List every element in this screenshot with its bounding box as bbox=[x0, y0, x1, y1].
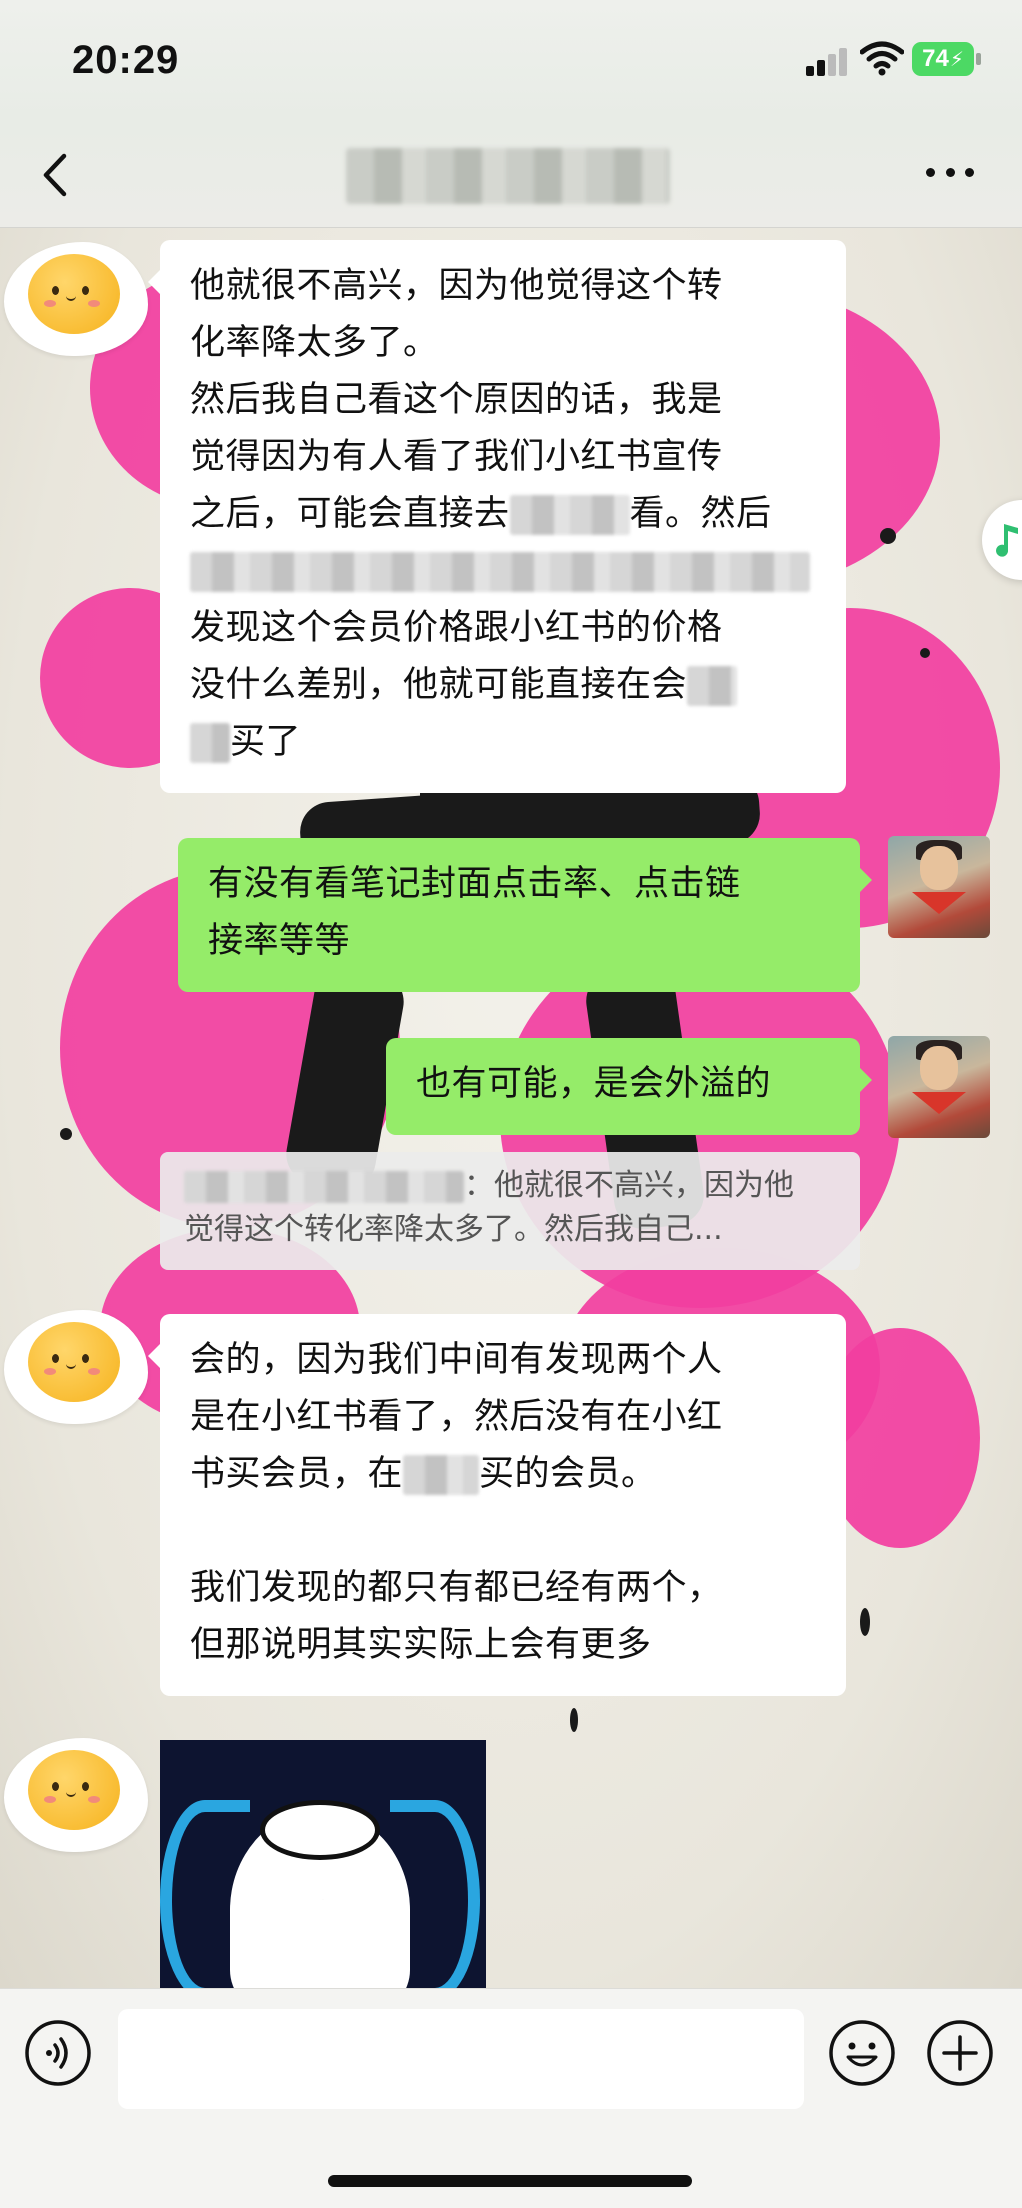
contact-avatar[interactable] bbox=[0, 234, 150, 364]
message-text: 看。然后 bbox=[629, 494, 772, 534]
chat-nav-bar: ▓▓▓ ▓▓▓▓ bbox=[0, 120, 1022, 228]
message-line: 接率等等 bbox=[208, 921, 351, 961]
contact-avatar[interactable] bbox=[0, 1302, 150, 1432]
redacted-text bbox=[190, 723, 230, 763]
message-line: 是在小红书看了，然后没有在小红 bbox=[190, 1397, 723, 1437]
redacted-sender bbox=[184, 1170, 464, 1203]
status-bar: 20:29 74 ⚡ bbox=[0, 0, 1022, 120]
message-line: 觉得因为有人看了我们小红书宣传 bbox=[190, 437, 723, 477]
message-line: 化率降太多了。 bbox=[190, 323, 439, 363]
charging-icon: ⚡ bbox=[949, 47, 964, 71]
battery-tip bbox=[976, 53, 981, 65]
plus-icon[interactable] bbox=[926, 2019, 994, 2087]
message-line: 没什么差别，他就可能直接在会 bbox=[190, 657, 818, 714]
quote-line: 觉得这个转化率降太多了。然后我自己... bbox=[184, 1212, 723, 1247]
redacted-text bbox=[687, 666, 738, 706]
redacted-text bbox=[403, 1455, 480, 1495]
back-icon[interactable] bbox=[36, 150, 76, 200]
message-text: 买的会员。 bbox=[479, 1454, 657, 1494]
message-line: 发现这个会员价格跟小红书的价格 bbox=[190, 608, 723, 648]
message-line: 买了 bbox=[190, 714, 818, 771]
redacted-text bbox=[509, 495, 630, 535]
message-line: 他就很不高兴，因为他觉得这个转 bbox=[190, 266, 723, 306]
message-line: 书买会员，在 买的会员。 bbox=[190, 1446, 818, 1503]
chat-title: ▓▓▓ ▓▓▓▓ bbox=[346, 148, 670, 204]
quote-text: ：他就很不高兴，因为他 bbox=[464, 1168, 794, 1203]
signal-icon bbox=[806, 46, 850, 76]
redacted-line bbox=[190, 543, 818, 600]
message-text: 书买会员，在 bbox=[190, 1454, 404, 1494]
voice-icon[interactable] bbox=[24, 2019, 92, 2087]
message-bubble-outgoing[interactable]: 有没有看笔记封面点击率、点击链 接率等等 bbox=[178, 838, 872, 992]
message-bubble-incoming[interactable]: 会的，因为我们中间有发现两个人 是在小红书看了，然后没有在小红 书买会员，在 买的… bbox=[148, 1314, 846, 1696]
message-input[interactable] bbox=[118, 2009, 804, 2109]
message-text: 之后，可能会直接去 bbox=[190, 494, 510, 534]
battery-level: 74 bbox=[922, 45, 949, 72]
contact-avatar[interactable] bbox=[0, 1730, 150, 1860]
message-line: 我们发现的都只有都已经有两个， bbox=[190, 1568, 723, 1608]
quoted-message[interactable]: ：他就很不高兴，因为他 觉得这个转化率降太多了。然后我自己... bbox=[160, 1152, 860, 1270]
message-text: 没什么差别，他就可能直接在会 bbox=[190, 665, 688, 705]
message-line: 有没有看笔记封面点击率、点击链 bbox=[208, 864, 741, 904]
message-line: 然后我自己看这个原因的话，我是 bbox=[190, 380, 723, 420]
message-line: 也有可能，是会外溢的 bbox=[416, 1064, 772, 1104]
quote-line: ：他就很不高兴，因为他 bbox=[184, 1164, 836, 1208]
sticker-message[interactable] bbox=[160, 1740, 486, 1988]
message-line: 但那说明其实实际上会有更多 bbox=[190, 1625, 652, 1665]
battery-indicator: 74 ⚡ bbox=[912, 42, 974, 76]
my-avatar[interactable] bbox=[888, 836, 990, 938]
message-bubble-incoming[interactable]: 他就很不高兴，因为他觉得这个转 化率降太多了。 然后我自己看这个原因的话，我是 … bbox=[148, 240, 846, 793]
wifi-icon bbox=[860, 41, 904, 76]
my-avatar[interactable] bbox=[888, 1036, 990, 1138]
message-line: 之后，可能会直接去 看。然后 bbox=[190, 486, 818, 543]
message-line: 会的，因为我们中间有发现两个人 bbox=[190, 1340, 723, 1380]
home-indicator[interactable] bbox=[328, 2175, 692, 2187]
message-bubble-outgoing[interactable]: 也有可能，是会外溢的 bbox=[386, 1038, 872, 1135]
message-text: 买了 bbox=[230, 722, 302, 762]
emoji-icon[interactable] bbox=[828, 2019, 896, 2087]
status-time: 20:29 bbox=[72, 38, 180, 82]
more-icon[interactable] bbox=[926, 168, 974, 182]
